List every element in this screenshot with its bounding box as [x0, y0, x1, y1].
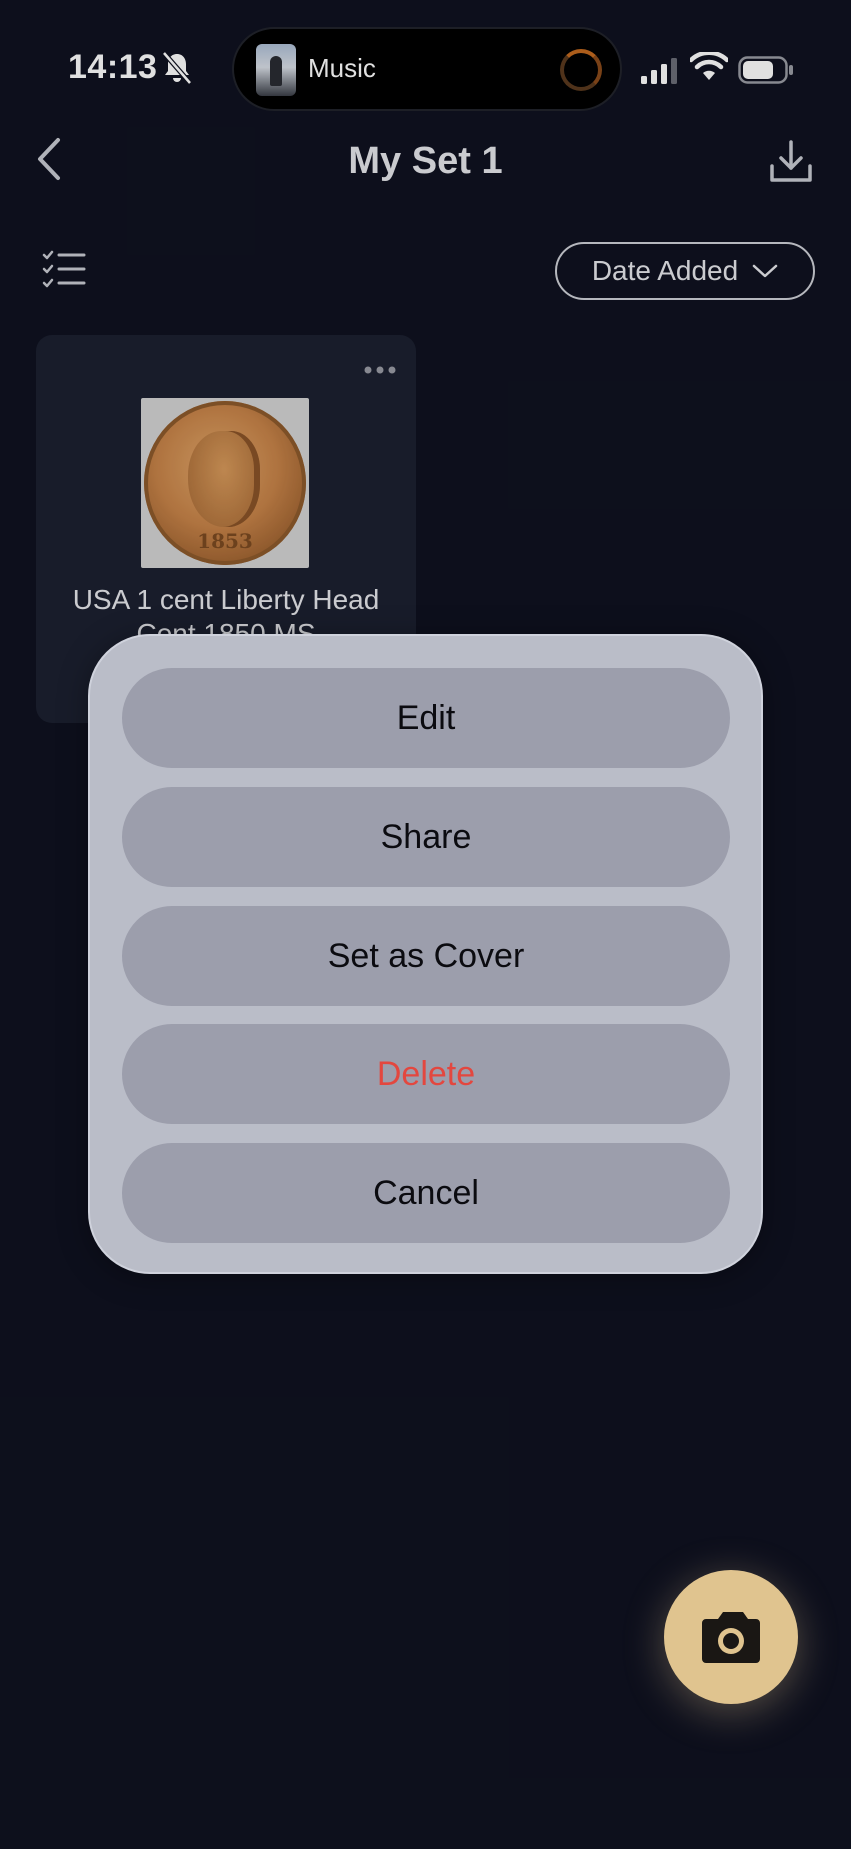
camera-button[interactable] [664, 1570, 798, 1704]
action-sheet: Edit Share Set as Cover Delete Cancel [88, 634, 763, 1274]
camera-icon [702, 1612, 760, 1663]
edit-button[interactable]: Edit [122, 668, 730, 768]
share-button[interactable]: Share [122, 787, 730, 887]
cancel-button[interactable]: Cancel [122, 1143, 730, 1243]
set-as-cover-button[interactable]: Set as Cover [122, 906, 730, 1006]
delete-button[interactable]: Delete [122, 1024, 730, 1124]
